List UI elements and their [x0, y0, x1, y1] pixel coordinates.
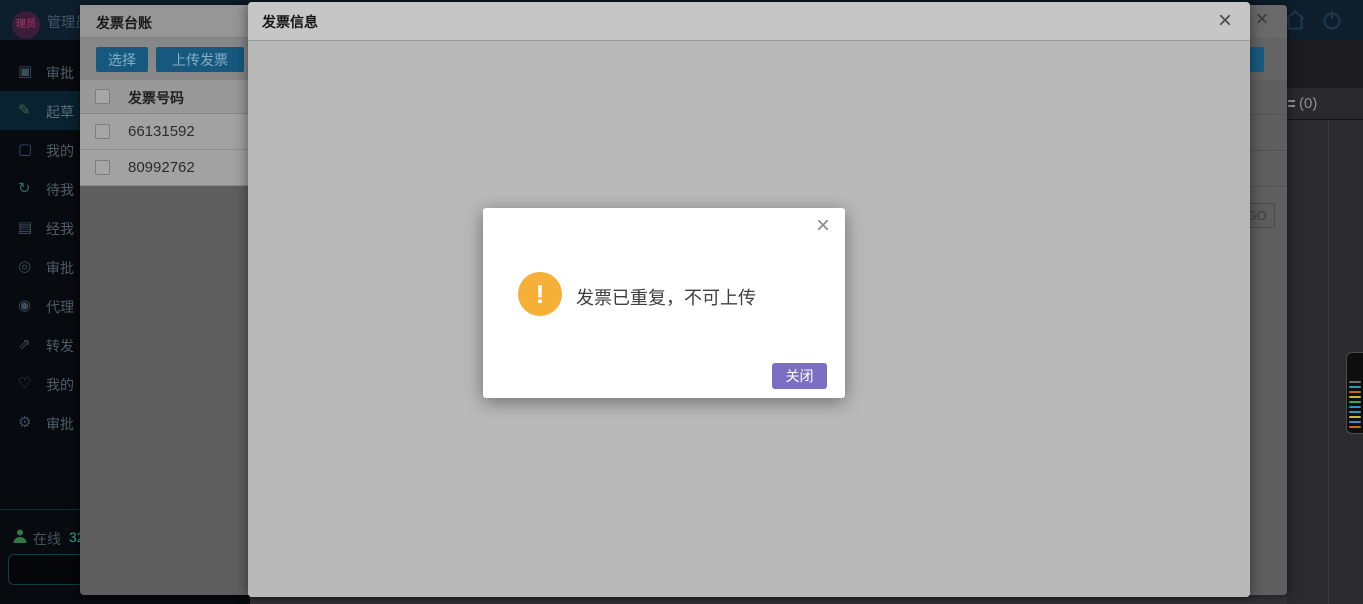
sidebar-item-label: 转发 [46, 336, 74, 356]
thumbnail-line [1349, 381, 1361, 383]
sidebar-item[interactable]: ♡ 我的 [0, 364, 80, 403]
copy-icon: ▢ [18, 140, 38, 158]
sidebar-item[interactable]: ✎ 起草 [0, 91, 80, 130]
count-badge: (0) [1299, 95, 1317, 112]
right-panel-top-strip [1287, 40, 1363, 88]
sidebar-item[interactable]: ↻ 待我 [0, 169, 80, 208]
agent-icon: ◉ [18, 296, 38, 314]
menu-fragment-icon [1288, 100, 1295, 108]
sidebar-item-label: 代理 [46, 297, 74, 317]
thumbnail-line [1349, 426, 1361, 428]
sidebar-item[interactable]: ▣ 审批 [0, 52, 80, 91]
sidebar-menu: ▣ 审批 ✎ 起草 ▢ 我的 ↻ 待我 [0, 52, 80, 442]
sidebar-item-label: 审批 [46, 414, 74, 434]
row-checkbox[interactable] [95, 160, 110, 175]
close-button[interactable]: 关闭 [772, 363, 827, 389]
thumbnail-line [1349, 411, 1361, 413]
row-divider [1248, 114, 1287, 115]
sidebar-item-label: 我的 [46, 141, 74, 161]
thumbnail-line [1349, 401, 1361, 403]
draft-icon: ✎ [18, 101, 38, 119]
preview-thumbnail[interactable] [1346, 352, 1363, 434]
sidebar-item[interactable]: ◉ 代理 [0, 286, 80, 325]
sidebar-item-label: 待我 [46, 180, 74, 200]
alert-dialog: × ! 发票已重复，不可上传 关闭 [483, 208, 845, 398]
row-divider [1248, 150, 1287, 151]
doc-gear-icon: ⚙ [18, 413, 38, 431]
sidebar-item[interactable]: ▤ 经我 [0, 208, 80, 247]
info-titlebar: 发票信息 [248, 2, 1250, 41]
sidebar-item[interactable]: ⚙ 审批 [0, 403, 80, 442]
thumbnail-line [1349, 421, 1361, 423]
screen: 理员 管理员 (0) ▣ 审批 [0, 0, 1363, 604]
close-icon[interactable]: × [1211, 7, 1239, 35]
sidebar-item-label: 经我 [46, 219, 74, 239]
sidebar-item-label: 我的 [46, 375, 74, 395]
invoice-number-column-header: 发票号码 [128, 88, 184, 108]
thumbnail-line [1349, 406, 1361, 408]
info-title: 发票信息 [262, 12, 318, 32]
close-icon[interactable]: × [1250, 7, 1274, 31]
warning-icon: ! [518, 272, 562, 316]
message-count-row[interactable]: (0) [1287, 88, 1363, 120]
thumbnail-line [1349, 391, 1361, 393]
invoice-number-cell: 66131592 [128, 123, 195, 140]
ledger-title: 发票台账 [96, 13, 152, 33]
avatar[interactable]: 理员 [12, 11, 40, 39]
sidebar-item-label: 审批 [46, 258, 74, 278]
handled-icon: ▤ [18, 218, 38, 236]
select-button[interactable]: 选择 [96, 47, 148, 72]
sidebar: ▣ 审批 ✎ 起草 ▢ 我的 ↻ 待我 [0, 40, 80, 604]
upload-invoice-button[interactable]: 上传发票 [156, 47, 244, 72]
online-label: 在线 [33, 529, 61, 549]
thumbnail-line [1349, 396, 1361, 398]
select-all-checkbox[interactable] [95, 89, 110, 104]
alert-message: 发票已重复，不可上传 [576, 284, 756, 310]
forward-icon: ⇗ [18, 335, 38, 353]
sidebar-item-label: 审批 [46, 63, 74, 83]
sidebar-item[interactable]: ◎ 审批 [0, 247, 80, 286]
search-icon: ◎ [18, 257, 38, 275]
sidebar-item[interactable]: ▢ 我的 [0, 130, 80, 169]
pending-icon: ↻ [18, 179, 38, 197]
thumbnail-line [1349, 386, 1361, 388]
panel-divider [1328, 120, 1329, 604]
close-icon[interactable]: × [808, 211, 838, 241]
sidebar-item-label: 起草 [46, 102, 74, 122]
sidebar-item[interactable]: ⇗ 转发 [0, 325, 80, 364]
person-icon [12, 528, 28, 544]
badge-icon: ▣ [18, 62, 38, 80]
row-divider [1248, 186, 1287, 187]
row-checkbox[interactable] [95, 124, 110, 139]
thumbnail-line [1349, 416, 1361, 418]
invoice-number-cell: 80992762 [128, 159, 195, 176]
power-icon[interactable] [1320, 8, 1344, 32]
right-panel: (0) [1287, 40, 1363, 604]
heart-icon: ♡ [18, 374, 38, 392]
